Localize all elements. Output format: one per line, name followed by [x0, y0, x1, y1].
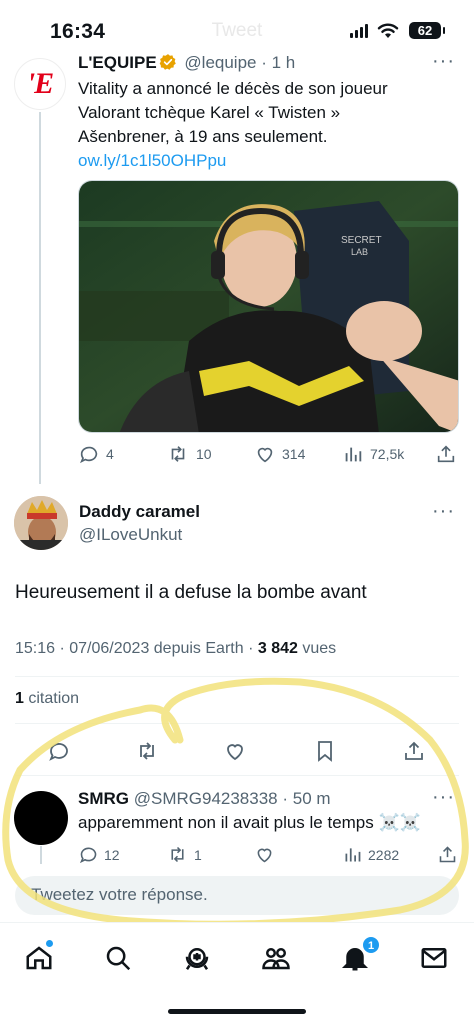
retweet-count: 1 [194, 846, 202, 863]
tweet-link[interactable]: ow.ly/1c1l50OHPpu [78, 151, 226, 170]
thread-connector [39, 112, 41, 484]
separator-dot: · [277, 789, 293, 808]
author-name[interactable]: SMRG [78, 789, 129, 808]
tweet-header: L'EQUIPE @lequipe · 1 h [78, 53, 295, 73]
reply-icon [80, 446, 98, 464]
status-time: 16:34 [50, 20, 106, 43]
reply-icon[interactable] [47, 739, 71, 763]
reply-count: 4 [106, 446, 114, 462]
share-icon[interactable] [437, 844, 458, 865]
more-options-button[interactable]: ··· [432, 50, 455, 73]
notification-badge: 1 [362, 936, 380, 954]
heart-icon[interactable] [223, 739, 247, 763]
reply-time: 50 m [292, 789, 331, 808]
divider [15, 775, 459, 776]
verified-badge-icon [159, 54, 176, 70]
main-tweet-text: Heureusement il a defuse la bombe avant [15, 582, 367, 603]
quoted-tweet-actions: 4 10 314 72,5k [78, 443, 459, 467]
like-count: 314 [282, 446, 306, 462]
reply-header: SMRG @SMRG94238338 · 50 m [78, 789, 331, 809]
views-button[interactable]: 2282 [342, 844, 399, 865]
mail-icon [421, 948, 447, 968]
svg-text:LAB: LAB [351, 247, 368, 257]
bookmark-icon[interactable] [313, 739, 337, 763]
reply-text: apparemment non il avait plus le temps ☠… [78, 813, 421, 832]
battery-indicator: 62 [409, 22, 445, 39]
search-icon [106, 946, 131, 971]
wifi-icon [377, 23, 399, 38]
home-icon [26, 946, 52, 970]
tab-search[interactable] [103, 943, 133, 973]
views-count: 3 842 [257, 640, 298, 657]
retweet-icon [171, 846, 184, 863]
thread-connector [40, 846, 42, 864]
avatar-image [14, 496, 68, 550]
more-options-button[interactable]: ··· [432, 500, 455, 523]
reply-icon [79, 847, 97, 864]
quotes-label: citation [23, 690, 80, 707]
tweet-body: Vitality a annoncé le décès de son joueu… [78, 79, 388, 146]
smrg-avatar[interactable] [14, 791, 68, 845]
reply-actions: 12 1 2282 [78, 844, 459, 866]
divider [15, 723, 459, 724]
author-name[interactable]: L'EQUIPE [78, 53, 157, 72]
daddy-caramel-avatar[interactable] [14, 496, 68, 550]
views-button[interactable]: 72,5k [342, 443, 404, 465]
lequipe-logo: 'E [26, 67, 54, 100]
views-chart-icon [345, 447, 362, 462]
tweet-metadata: 15:16 · 07/06/2023 depuis Earth · 3 842 … [15, 640, 336, 658]
like-button[interactable] [254, 844, 280, 865]
player-photo: SECRET LAB [79, 181, 458, 432]
reply-button[interactable]: 12 [78, 844, 120, 865]
views-count: 72,5k [370, 446, 405, 462]
like-button[interactable]: 314 [254, 443, 305, 465]
separator-dot: · [256, 53, 272, 72]
author-handle[interactable]: @SMRG94238338 [134, 789, 278, 808]
author-name[interactable]: Daddy caramel [79, 502, 200, 522]
retweet-button[interactable]: 1 [166, 844, 202, 865]
retweet-count: 10 [196, 446, 212, 462]
home-indicator [168, 1009, 306, 1014]
views-chart-icon [345, 848, 361, 862]
tab-spaces[interactable] [182, 943, 212, 973]
heart-icon [257, 848, 272, 863]
communities-icon [262, 948, 290, 970]
svg-text:SECRET: SECRET [341, 235, 382, 246]
reply-button[interactable]: 4 [78, 443, 114, 465]
divider [15, 676, 459, 677]
retweet-icon[interactable] [134, 739, 160, 763]
quotes-link[interactable]: 1 citation [15, 690, 79, 708]
status-bar: Tweet 16:34 62 [0, 0, 474, 58]
retweet-button[interactable]: 10 [166, 443, 212, 465]
tweet-timestamp: 15:16 · 07/06/2023 depuis Earth · [15, 640, 258, 657]
lequipe-avatar[interactable]: 'E [14, 58, 66, 110]
tab-messages[interactable] [419, 943, 449, 973]
cellular-signal-icon [350, 24, 368, 38]
more-options-button[interactable]: ··· [432, 786, 455, 809]
share-icon[interactable] [402, 739, 426, 763]
reply-count: 12 [104, 846, 120, 863]
author-handle[interactable]: @lequipe [184, 53, 256, 72]
views-count: 2282 [368, 846, 400, 863]
share-icon[interactable] [435, 443, 457, 465]
home-unread-dot [46, 940, 53, 947]
views-label: vues [297, 640, 337, 657]
tweet-media-image[interactable]: SECRET LAB [78, 180, 459, 433]
retweet-icon [171, 446, 185, 462]
heart-icon [257, 447, 273, 463]
spaces-icon [185, 948, 209, 970]
tweet-time: 1 h [271, 53, 296, 72]
author-handle[interactable]: @ILoveUnkut [79, 525, 182, 545]
reply-input[interactable]: Tweetez votre réponse. [15, 876, 459, 915]
tab-home[interactable] [24, 943, 54, 973]
tab-communities[interactable] [261, 943, 291, 973]
quotes-count: 1 [15, 690, 24, 707]
tweet-text: Vitality a annoncé le décès de son joueu… [78, 77, 428, 173]
